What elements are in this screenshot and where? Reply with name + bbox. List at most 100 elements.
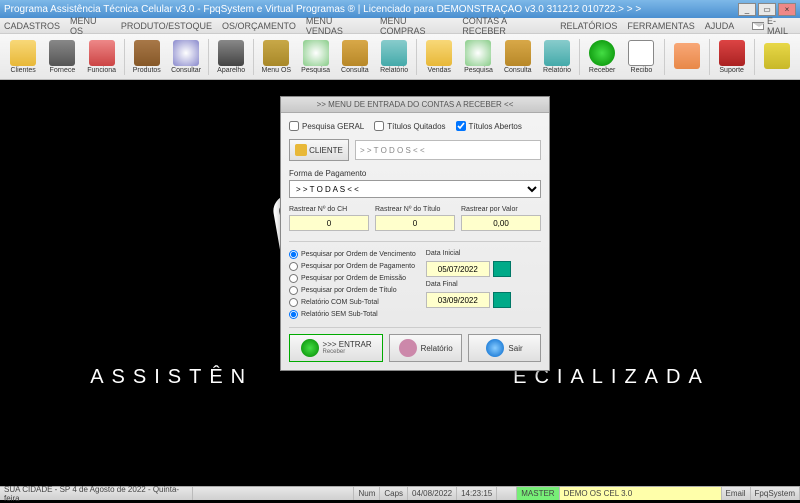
entrar-button[interactable]: >>> ENTRARReceber bbox=[289, 334, 383, 362]
toolbar-receber[interactable]: Receber bbox=[583, 36, 621, 78]
ic-consulta-icon bbox=[505, 40, 531, 66]
contas-receber-dialog: >> MENU DE ENTRADA DO CONTAS A RECEBER <… bbox=[280, 96, 550, 371]
status-fpq[interactable]: FpqSystem bbox=[751, 487, 800, 500]
radio-ordem-titulo[interactable]: Pesquisar por Ordem de Título bbox=[289, 286, 416, 295]
toolbar-suporte[interactable]: Suporte bbox=[713, 36, 751, 78]
chk-pesquisa-geral[interactable]: Pesquisa GERAL bbox=[289, 121, 364, 131]
data-final-input[interactable] bbox=[426, 292, 490, 308]
toolbar-pesquisa[interactable]: Pesquisa bbox=[296, 36, 334, 78]
ic-exit-icon bbox=[764, 43, 790, 69]
window-title: Programa Assistência Técnica Celular v3.… bbox=[4, 4, 738, 15]
forma-pagamento-select[interactable]: > > T O D A S < < bbox=[289, 180, 541, 198]
ic-recibo-icon bbox=[628, 40, 654, 66]
ic-relatorio-icon bbox=[544, 40, 570, 66]
data-final-label: Data Final bbox=[426, 281, 511, 288]
menu-produto[interactable]: PRODUTO/ESTOQUE bbox=[121, 21, 212, 31]
status-gap bbox=[497, 487, 517, 500]
toolbar-pesquisa[interactable]: Pesquisa bbox=[459, 36, 497, 78]
menu-relatorios[interactable]: RELATÓRIOS bbox=[560, 21, 617, 31]
logo-sub-left: ASSISTÊN bbox=[90, 366, 253, 389]
ic-fornece-icon bbox=[49, 40, 75, 66]
ic-menuos-icon bbox=[263, 40, 289, 66]
rastrear-titulo-input[interactable] bbox=[375, 215, 455, 231]
status-time: 14:23:15 bbox=[457, 487, 497, 500]
sair-icon bbox=[486, 339, 504, 357]
rastrear-ch-input[interactable] bbox=[289, 215, 369, 231]
ic-consultar-icon bbox=[173, 40, 199, 66]
menu-vendas[interactable]: MENU VENDAS bbox=[306, 16, 370, 36]
toolbar-consultar[interactable]: Consultar bbox=[167, 36, 205, 78]
toolbar-produtos[interactable]: Produtos bbox=[128, 36, 166, 78]
statusbar: SUA CIDADE - SP 4 de Agosto de 2022 - Qu… bbox=[0, 486, 800, 500]
ic-avatar-icon bbox=[674, 43, 700, 69]
forma-pagamento-label: Forma de Pagamento bbox=[289, 169, 541, 178]
ic-suporte-icon bbox=[719, 40, 745, 66]
ic-aparelho-icon bbox=[218, 40, 244, 66]
toolbar-recibo[interactable]: Recibo bbox=[622, 36, 660, 78]
toolbar-relatório[interactable]: Relatório bbox=[375, 36, 413, 78]
menu-ferramentas[interactable]: FERRAMENTAS bbox=[627, 21, 694, 31]
toolbar: ClientesForneceFuncionaProdutosConsultar… bbox=[0, 34, 800, 80]
minimize-button[interactable]: _ bbox=[738, 3, 756, 16]
menubar: CADASTROS MENU OS PRODUTO/ESTOQUE OS/ORÇ… bbox=[0, 18, 800, 34]
chk-titulos-quitados[interactable]: Títulos Quitados bbox=[374, 121, 445, 131]
toolbar-btn18[interactable] bbox=[758, 36, 796, 78]
ic-pesquisa-icon bbox=[303, 40, 329, 66]
menu-menuos[interactable]: MENU OS bbox=[70, 16, 111, 36]
data-inicial-input[interactable] bbox=[426, 261, 490, 277]
cliente-icon bbox=[295, 144, 307, 156]
menu-email[interactable]: E-MAIL bbox=[752, 16, 796, 36]
calendar-inicial-button[interactable] bbox=[493, 261, 511, 277]
rastrear-valor-label: Rastrear por Valor bbox=[461, 206, 541, 213]
ic-consulta-icon bbox=[342, 40, 368, 66]
status-num: Num bbox=[354, 487, 380, 500]
status-city: SUA CIDADE - SP 4 de Agosto de 2022 - Qu… bbox=[0, 487, 193, 500]
close-button[interactable]: × bbox=[778, 3, 796, 16]
maximize-button[interactable]: ▭ bbox=[758, 3, 776, 16]
status-spacer bbox=[193, 487, 355, 500]
menu-orcamento[interactable]: OS/ORÇAMENTO bbox=[222, 21, 296, 31]
status-caps: Caps bbox=[380, 487, 408, 500]
ic-receber-icon bbox=[589, 40, 615, 66]
sair-button[interactable]: Sair bbox=[468, 334, 541, 362]
email-icon bbox=[752, 22, 764, 30]
rastrear-valor-input[interactable] bbox=[461, 215, 541, 231]
ic-relatorio-icon bbox=[381, 40, 407, 66]
status-date: 04/08/2022 bbox=[408, 487, 457, 500]
ic-vendas-icon bbox=[426, 40, 452, 66]
menu-compras[interactable]: MENU COMPRAS bbox=[380, 16, 452, 36]
toolbar-menu os[interactable]: Menu OS bbox=[257, 36, 295, 78]
toolbar-relatório[interactable]: Relatório bbox=[538, 36, 576, 78]
toolbar-consulta[interactable]: Consulta bbox=[336, 36, 374, 78]
radio-ordem-emissao[interactable]: Pesquisar por Ordem de Emissão bbox=[289, 274, 416, 283]
status-master: MASTER bbox=[517, 487, 559, 500]
chk-titulos-abertos[interactable]: Títulos Abertos bbox=[456, 121, 522, 131]
dialog-title: >> MENU DE ENTRADA DO CONTAS A RECEBER <… bbox=[281, 97, 549, 113]
ic-produtos-icon bbox=[134, 40, 160, 66]
radio-ordem-pagamento[interactable]: Pesquisar por Ordem de Pagamento bbox=[289, 262, 416, 271]
toolbar-vendas[interactable]: Vendas bbox=[420, 36, 458, 78]
menu-cadastros[interactable]: CADASTROS bbox=[4, 21, 60, 31]
relatorio-button[interactable]: Relatório bbox=[389, 334, 462, 362]
ic-funciona-icon bbox=[89, 40, 115, 66]
toolbar-aparelho[interactable]: Aparelho bbox=[212, 36, 250, 78]
toolbar-btn16[interactable] bbox=[667, 36, 705, 78]
status-email[interactable]: Email bbox=[722, 487, 751, 500]
status-demo: DEMO OS CEL 3.0 bbox=[560, 487, 722, 500]
rastrear-titulo-label: Rastrear Nº do Título bbox=[375, 206, 455, 213]
cliente-todos-field[interactable]: > > T O D O S < < bbox=[355, 140, 541, 160]
calendar-final-button[interactable] bbox=[493, 292, 511, 308]
relatorio-icon bbox=[399, 339, 417, 357]
cliente-button[interactable]: CLIENTE bbox=[289, 139, 349, 161]
menu-receber[interactable]: CONTAS A RECEBER bbox=[462, 16, 550, 36]
radio-sem-subtotal[interactable]: Relatório SEM Sub-Total bbox=[289, 310, 416, 319]
radio-com-subtotal[interactable]: Relatório COM Sub-Total bbox=[289, 298, 416, 307]
ic-clientes-icon bbox=[10, 40, 36, 66]
toolbar-consulta[interactable]: Consulta bbox=[499, 36, 537, 78]
radio-ordem-vencimento[interactable]: Pesquisar por Ordem de Vencimento bbox=[289, 250, 416, 259]
toolbar-funciona[interactable]: Funciona bbox=[83, 36, 121, 78]
menu-ajuda[interactable]: AJUDA bbox=[705, 21, 735, 31]
ic-pesquisa-icon bbox=[465, 40, 491, 66]
toolbar-fornece[interactable]: Fornece bbox=[43, 36, 81, 78]
toolbar-clientes[interactable]: Clientes bbox=[4, 36, 42, 78]
